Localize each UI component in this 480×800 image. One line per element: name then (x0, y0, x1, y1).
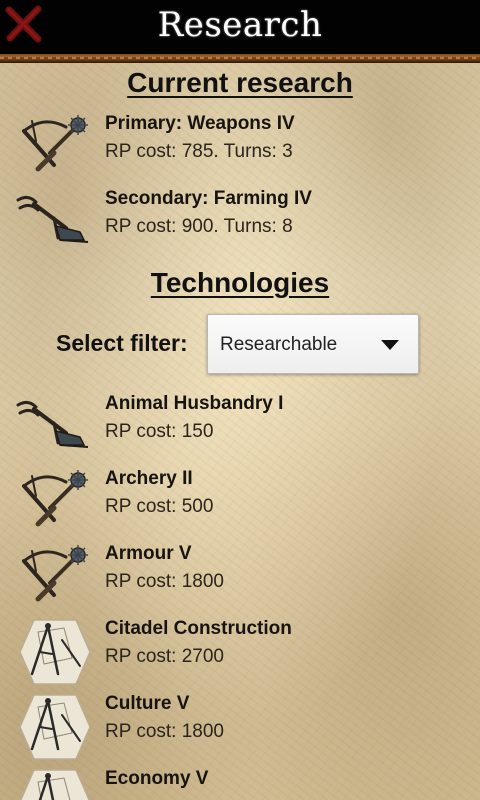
current-research-secondary[interactable]: Secondary: Farming IV RP cost: 900. Turn… (0, 186, 480, 258)
tech-name: Animal Husbandry I (105, 393, 284, 414)
title-bar: Research (0, 0, 480, 54)
tech-cost: RP cost: 1800 (105, 571, 225, 592)
filter-label: Select filter: (56, 330, 188, 356)
tech-cost: RP cost: 2700 (105, 646, 225, 667)
crossbow-mace-icon (22, 545, 88, 602)
plough-icon (16, 400, 89, 448)
close-button[interactable] (4, 4, 44, 44)
tech-item-citadel-construction[interactable]: Citadel Construction RP cost: 2700 (0, 616, 480, 688)
tech-name: Archery II (105, 468, 193, 489)
current-research-primary[interactable]: Primary: Weapons IV RP cost: 785. Turns:… (0, 111, 480, 183)
technologies-heading: Technologies (150, 267, 330, 298)
current-research-heading: Current research (127, 67, 353, 98)
tech-item-animal-husbandry[interactable]: Animal Husbandry I RP cost: 150 (0, 391, 480, 463)
tech-cost: RP cost: 1800 (105, 721, 225, 742)
crossbow-mace-icon (22, 115, 88, 172)
research-name: Secondary: Farming IV (105, 188, 312, 209)
plough-icon (16, 195, 89, 243)
window-title: Research (157, 5, 323, 45)
compass-blueprint-icon (20, 769, 90, 800)
compass-blueprint-icon (19, 694, 91, 760)
filter-selected-value: Researchable (220, 334, 338, 355)
tech-cost: RP cost: 500 (105, 496, 214, 517)
close-icon (5, 5, 42, 43)
tech-name: Citadel Construction (105, 618, 292, 639)
research-panel[interactable]: Current research Primary: Weapons IV RP … (0, 63, 480, 800)
research-cost: RP cost: 900. Turns: 8 (105, 216, 293, 237)
filter-dropdown[interactable]: Researchable (207, 314, 419, 374)
tech-item-culture[interactable]: Culture V RP cost: 1800 (0, 691, 480, 763)
tech-name: Culture V (105, 693, 190, 714)
tech-cost: RP cost: 150 (105, 421, 214, 442)
tech-name: Armour V (105, 543, 192, 564)
tech-item-armour[interactable]: Armour V RP cost: 1800 (0, 541, 480, 613)
research-name: Primary: Weapons IV (105, 113, 295, 134)
compass-blueprint-icon (19, 619, 91, 685)
tech-item-economy[interactable]: Economy V (0, 766, 480, 800)
research-cost: RP cost: 785. Turns: 3 (105, 141, 293, 162)
tech-name: Economy V (105, 768, 209, 789)
tech-item-archery[interactable]: Archery II RP cost: 500 (0, 466, 480, 538)
chevron-down-icon (381, 340, 399, 350)
title-border-decoration (0, 54, 480, 63)
crossbow-mace-icon (22, 470, 88, 527)
